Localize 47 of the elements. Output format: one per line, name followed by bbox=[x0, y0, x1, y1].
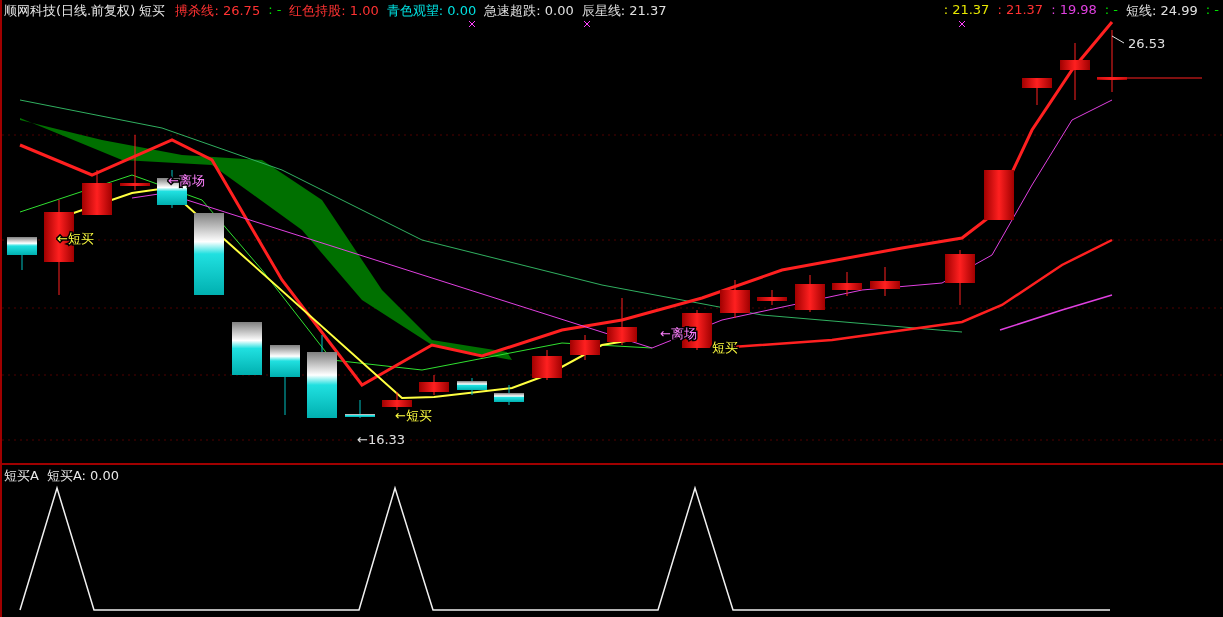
cross-mark-icon bbox=[583, 20, 591, 28]
candlestick bbox=[270, 344, 300, 416]
candlestick bbox=[82, 169, 112, 216]
legend-value: : 21.37 bbox=[997, 2, 1044, 19]
candlestick bbox=[232, 321, 262, 376]
chart-annotation: 短买 bbox=[712, 340, 738, 355]
indicator-name: 短买A bbox=[4, 467, 39, 485]
candlestick bbox=[1022, 77, 1052, 106]
candlestick bbox=[870, 266, 900, 297]
cross-mark-icon bbox=[958, 20, 966, 28]
candlestick bbox=[7, 236, 37, 271]
indicator-reading: 短买A: 0.00 bbox=[46, 467, 120, 485]
chart-annotation: ←离场 bbox=[168, 173, 205, 188]
legend-value: : - bbox=[1104, 2, 1119, 19]
candlestick bbox=[494, 384, 524, 406]
legend-value: : 19.98 bbox=[1051, 2, 1097, 19]
candlestick bbox=[120, 134, 150, 191]
candlestick bbox=[419, 374, 449, 396]
candlestick bbox=[720, 279, 750, 319]
chart-annotation: 26.53 bbox=[1128, 36, 1166, 51]
candlestick bbox=[757, 289, 787, 306]
candlestick bbox=[570, 334, 600, 361]
candlestick bbox=[457, 377, 487, 396]
candlestick bbox=[1097, 29, 1127, 93]
candlestick bbox=[382, 391, 412, 411]
cross-mark-icon bbox=[468, 20, 476, 28]
legend-value: 短线: 24.99 bbox=[1126, 2, 1198, 20]
candlestick bbox=[832, 271, 862, 297]
candlestick bbox=[984, 169, 1014, 221]
legend-value: 急速超跌: 0.00 bbox=[484, 2, 574, 20]
legend-value: : - bbox=[1205, 2, 1219, 19]
candlestick bbox=[795, 274, 825, 313]
candlestick bbox=[532, 349, 562, 381]
legend-value: 搏杀线: 26.75 bbox=[175, 2, 261, 20]
chart-title: 顺网科技(日线.前复权) 短买 bbox=[4, 2, 166, 20]
legend-value: 辰星线: 21.37 bbox=[581, 2, 667, 20]
legend-value: : 21.37 bbox=[943, 2, 990, 19]
candlestick bbox=[607, 297, 637, 346]
legend-value: 红色持股: 1.00 bbox=[289, 2, 379, 20]
chart-annotation: ←短买 bbox=[395, 408, 432, 423]
candlestick bbox=[945, 249, 975, 306]
leader-line bbox=[1111, 35, 1125, 44]
legend-value: 青色观望: 0.00 bbox=[386, 2, 477, 20]
legend-value: : - bbox=[268, 2, 282, 19]
chart-annotation: ←16.33 bbox=[357, 432, 406, 447]
candlestick bbox=[1060, 42, 1090, 101]
candlestick bbox=[345, 399, 375, 419]
